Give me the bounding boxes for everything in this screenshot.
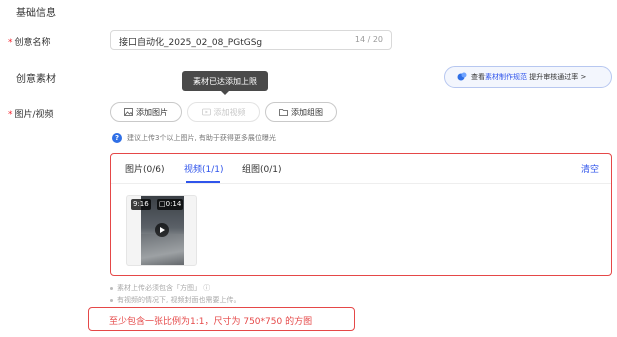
- add-image-label: 添加图片: [136, 107, 168, 117]
- video-icon: [201, 108, 211, 116]
- clear-button[interactable]: 清空: [581, 162, 599, 175]
- media-label: * 图片/视频: [8, 107, 54, 120]
- guide-suffix: 提升审核通过率 >: [529, 73, 587, 81]
- section-title-basic-info: 基础信息: [16, 8, 56, 19]
- add-group-image-label: 添加组图: [291, 107, 323, 117]
- upload-limit-tooltip: 素材已达添加上限: [182, 71, 268, 95]
- validation-error-text: 至少包含一张比例为1:1，尺寸为 750*750 的方图: [109, 317, 313, 327]
- play-icon[interactable]: [155, 223, 169, 237]
- bullet-dot: [110, 286, 113, 290]
- guide-prefix: 查看: [471, 73, 485, 81]
- note-video-cover: 有视频的情况下, 视频封面也需要上传。: [110, 295, 240, 305]
- guide-emphasis[interactable]: 素材制作规范: [485, 72, 527, 82]
- question-icon: ?: [112, 133, 122, 143]
- creative-name-label: * 创意名称: [8, 35, 51, 48]
- video-preview-road: [141, 234, 184, 265]
- image-icon: [124, 108, 133, 116]
- media-panel: 图片(0/6) 视频(1/1) 组图(0/1) 清空 9:16 □0:14: [110, 153, 612, 276]
- video-thumbnail[interactable]: 9:16 □0:14: [126, 195, 197, 266]
- tabs-divider: [111, 183, 611, 184]
- tab-group-images[interactable]: 组图(0/1): [242, 162, 282, 175]
- creative-name-input[interactable]: 接口自动化_2025_02_08_PGtGSg 14 / 20: [110, 30, 392, 50]
- add-video-label: 添加视频: [213, 107, 246, 117]
- required-mark: *: [8, 110, 13, 120]
- add-video-button[interactable]: 添加视频: [187, 102, 260, 122]
- media-label-text: 图片/视频: [14, 110, 54, 120]
- required-mark: *: [8, 38, 13, 48]
- bullet-dot: [110, 298, 113, 302]
- creative-name-char-count: 14 / 20: [354, 35, 383, 44]
- creative-name-label-text: 创意名称: [14, 38, 51, 48]
- add-group-image-button[interactable]: 添加组图: [265, 102, 337, 122]
- note-text: 有视频的情况下, 视频封面也需要上传。: [117, 296, 241, 304]
- upload-hint: ? 建议上传3个以上图片, 有助于获得更多展位曝光: [112, 133, 276, 143]
- video-duration-text: 0:14: [165, 200, 182, 208]
- add-image-button[interactable]: 添加图片: [110, 102, 182, 122]
- video-ratio-badge: 9:16: [131, 199, 151, 210]
- guide-icon: [457, 72, 467, 81]
- video-duration-icon: □: [159, 200, 166, 208]
- material-guide-button[interactable]: 查看 素材制作规范 提升审核通过率 >: [444, 66, 612, 88]
- tab-videos[interactable]: 视频(1/1): [184, 162, 224, 175]
- note-square-required: 素材上传必须包含「方图」 ⓘ: [110, 283, 210, 293]
- validation-error-box: 至少包含一张比例为1:1，尺寸为 750*750 的方图: [88, 307, 355, 331]
- video-duration-badge: □0:14: [157, 199, 184, 210]
- folder-icon: [279, 109, 288, 116]
- section-title-creative-material: 创意素材: [16, 74, 56, 85]
- creative-name-value[interactable]: 接口自动化_2025_02_08_PGtGSg: [119, 35, 262, 48]
- note-text: 素材上传必须包含「方图」 ⓘ: [117, 284, 211, 292]
- tab-images[interactable]: 图片(0/6): [125, 162, 165, 175]
- upload-hint-text: 建议上传3个以上图片, 有助于获得更多展位曝光: [127, 134, 276, 142]
